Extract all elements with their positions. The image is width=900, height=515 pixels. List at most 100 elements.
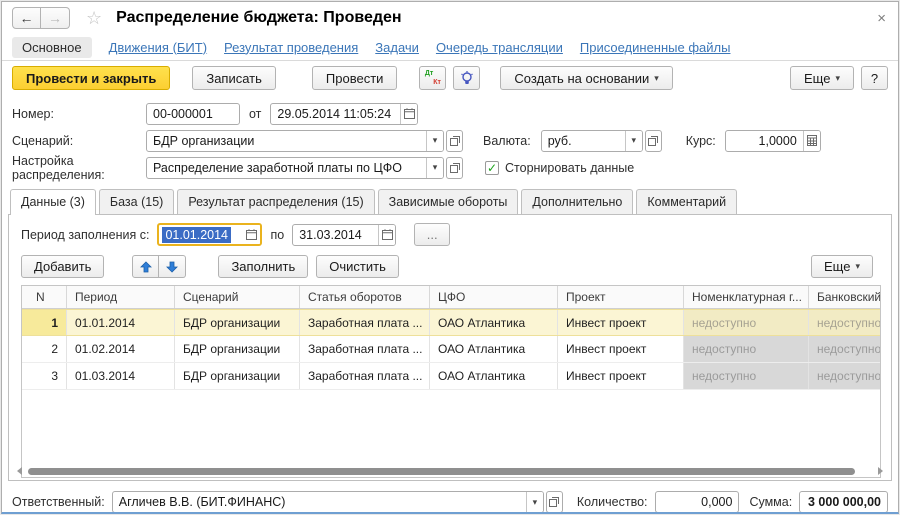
- history-nav: ← →: [12, 7, 70, 29]
- rate-input[interactable]: 1,0000: [725, 130, 821, 152]
- setting-dropdown-icon[interactable]: ▾: [426, 158, 443, 178]
- cell-cfo: ОАО Атлантика: [430, 336, 558, 362]
- fill-period-row: Период заполнения с: 01.01.2014 по 31.03…: [21, 223, 891, 246]
- back-button[interactable]: ←: [12, 7, 41, 29]
- document-fields: Номер: 00-000001 от 29.05.2014 11:05:24 …: [2, 95, 898, 188]
- col-header-n[interactable]: N: [22, 286, 67, 308]
- table-more-label: Еще: [824, 259, 850, 274]
- clear-button[interactable]: Очистить: [316, 255, 399, 278]
- currency-dropdown-icon[interactable]: ▾: [625, 131, 642, 151]
- tab-comment[interactable]: Комментарий: [636, 189, 737, 215]
- number-row: Номер: 00-000001 от 29.05.2014 11:05:24: [12, 102, 888, 125]
- cell-period: 01.01.2014: [67, 310, 175, 335]
- responsible-input[interactable]: Агличев В.В. (БИТ.ФИНАНС) ▾: [112, 491, 544, 513]
- scrollbar-thumb[interactable]: [28, 468, 855, 475]
- tab-base[interactable]: База (15): [99, 189, 174, 215]
- responsible-dropdown-icon[interactable]: ▾: [526, 492, 543, 512]
- move-down-button[interactable]: [159, 255, 186, 278]
- cell-scenario: БДР организации: [175, 310, 300, 335]
- table-header-row: N Период Сценарий Статья оборотов ЦФО Пр…: [22, 286, 880, 309]
- cell-nomenclature: недоступно: [684, 363, 809, 389]
- horizontal-scrollbar[interactable]: [17, 465, 883, 477]
- nav-link-tasks[interactable]: Задачи: [375, 40, 419, 55]
- document-footer: Ответственный: Агличев В.В. (БИТ.ФИНАНС)…: [2, 485, 898, 514]
- cell-scenario: БДР организации: [175, 363, 300, 389]
- col-header-cfo[interactable]: ЦФО: [430, 286, 558, 308]
- cell-period: 01.03.2014: [67, 363, 175, 389]
- setting-input[interactable]: Распределение заработной платы по ЦФО ▾: [146, 157, 444, 179]
- tab-additional[interactable]: Дополнительно: [521, 189, 633, 215]
- datetime-input[interactable]: 29.05.2014 11:05:24: [270, 103, 418, 125]
- storno-checkbox[interactable]: ✓ Сторнировать данные: [485, 161, 634, 175]
- col-header-nomenclature[interactable]: Номенклатурная г...: [684, 286, 809, 308]
- col-header-period[interactable]: Период: [67, 286, 175, 308]
- fill-button[interactable]: Заполнить: [218, 255, 308, 278]
- post-and-close-button[interactable]: Провести и закрыть: [12, 66, 170, 90]
- cell-article: Заработная плата ...: [300, 310, 430, 335]
- calculator-icon[interactable]: [803, 131, 820, 151]
- move-up-button[interactable]: [132, 255, 159, 278]
- number-label: Номер:: [12, 107, 146, 121]
- table-row[interactable]: 2 01.02.2014 БДР организации Заработная …: [22, 336, 880, 363]
- add-row-button[interactable]: Добавить: [21, 255, 104, 278]
- responsible-open-button[interactable]: [546, 491, 563, 513]
- period-from-input[interactable]: 01.01.2014: [157, 223, 262, 246]
- dtkt-postings-button[interactable]: ДтКт: [419, 66, 446, 90]
- forward-button[interactable]: →: [41, 7, 70, 29]
- period-to-input[interactable]: 31.03.2014: [292, 224, 396, 246]
- currency-input[interactable]: руб. ▾: [541, 130, 643, 152]
- close-icon[interactable]: ×: [877, 10, 886, 27]
- calendar-icon[interactable]: [243, 225, 260, 244]
- cell-period: 01.02.2014: [67, 336, 175, 362]
- tab-dependent-turnovers[interactable]: Зависимые обороты: [378, 189, 519, 215]
- nav-link-broadcast-queue[interactable]: Очередь трансляции: [436, 40, 563, 55]
- col-header-article[interactable]: Статья оборотов: [300, 286, 430, 308]
- cell-project: Инвест проект: [558, 310, 684, 335]
- cell-nomenclature: недоступно: [684, 310, 809, 335]
- scenario-open-button[interactable]: [446, 130, 463, 152]
- period-from-value: 01.01.2014: [162, 227, 231, 243]
- period-choose-button[interactable]: ...: [414, 223, 450, 246]
- quantity-input[interactable]: 0,000: [655, 491, 740, 513]
- nav-link-attached-files[interactable]: Присоединенные файлы: [580, 40, 731, 55]
- sum-input[interactable]: 3 000 000,00: [799, 491, 888, 513]
- more-button[interactable]: Еще ▾: [790, 66, 854, 90]
- setting-open-button[interactable]: [446, 157, 463, 179]
- tab-data[interactable]: Данные (3): [10, 189, 96, 215]
- scenario-label: Сценарий:: [12, 134, 146, 148]
- create-based-on-button[interactable]: Создать на основании ▾: [500, 66, 672, 90]
- scrollbar-track[interactable]: [28, 467, 872, 476]
- help-button[interactable]: ?: [861, 66, 888, 90]
- number-input[interactable]: 00-000001: [146, 103, 240, 125]
- col-header-project[interactable]: Проект: [558, 286, 684, 308]
- hint-bulb-button[interactable]: [453, 66, 480, 90]
- nav-link-post-result[interactable]: Результат проведения: [224, 40, 358, 55]
- table-row[interactable]: 3 01.03.2014 БДР организации Заработная …: [22, 363, 880, 390]
- table-more-button[interactable]: Еще ▾: [811, 255, 873, 278]
- sum-label: Сумма:: [749, 495, 792, 509]
- cell-project: Инвест проект: [558, 363, 684, 389]
- document-window: ← → ☆ Распределение бюджета: Проведен × …: [1, 1, 899, 514]
- cell-bank: недоступно: [809, 336, 881, 362]
- favorite-star-icon[interactable]: ☆: [86, 9, 102, 27]
- cell-bank: недоступно: [809, 363, 881, 389]
- calendar-icon[interactable]: [400, 104, 417, 124]
- arrow-down-icon: [166, 261, 178, 273]
- nav-link-movements[interactable]: Движения (БИТ): [109, 40, 207, 55]
- tab-distribution-result[interactable]: Результат распределения (15): [177, 189, 374, 215]
- scenario-dropdown-icon[interactable]: ▾: [426, 131, 443, 151]
- post-button[interactable]: Провести: [312, 66, 398, 90]
- table-row[interactable]: 1 01.01.2014 БДР организации Заработная …: [22, 309, 880, 336]
- create-based-on-label: Создать на основании: [514, 71, 649, 86]
- col-header-scenario[interactable]: Сценарий: [175, 286, 300, 308]
- col-header-bank[interactable]: Банковский сч: [809, 286, 881, 308]
- save-button[interactable]: Записать: [192, 66, 276, 90]
- scroll-left-icon[interactable]: [17, 467, 22, 475]
- scenario-input[interactable]: БДР организации ▾: [146, 130, 444, 152]
- cell-cfo: ОАО Атлантика: [430, 363, 558, 389]
- currency-open-button[interactable]: [645, 130, 662, 152]
- cell-nomenclature: недоступно: [684, 336, 809, 362]
- calendar-icon[interactable]: [378, 225, 395, 245]
- nav-item-main[interactable]: Основное: [12, 37, 92, 58]
- scroll-right-icon[interactable]: [878, 467, 883, 475]
